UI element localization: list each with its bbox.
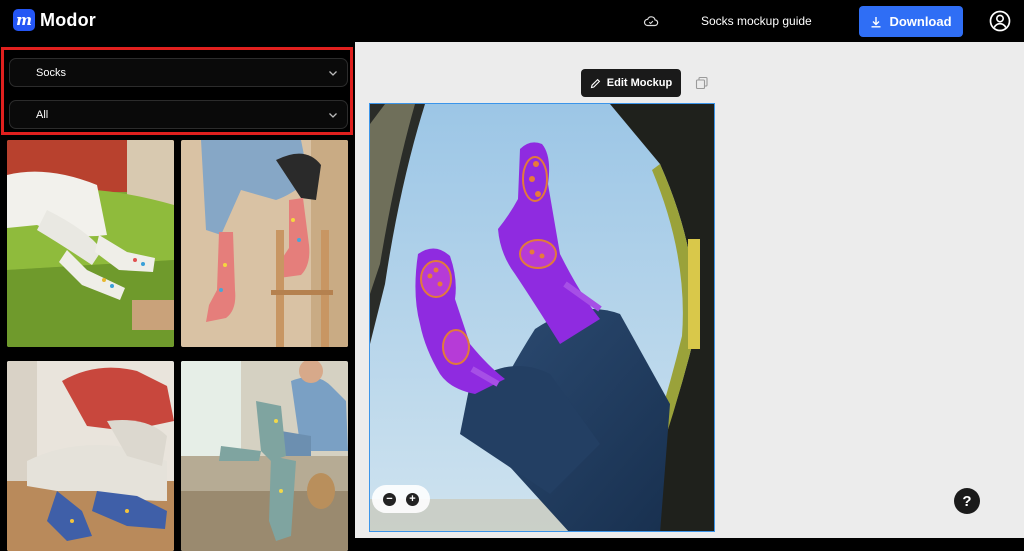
mockup-preview-image: [370, 104, 714, 531]
thumbnail-image: [181, 140, 348, 347]
category-value: Socks: [36, 66, 66, 79]
user-circle-icon[interactable]: [989, 10, 1011, 32]
thumbnail-image: [7, 140, 174, 347]
thumbnail-image: [7, 361, 174, 551]
mockup-thumbnail-3[interactable]: [7, 361, 174, 551]
mockup-canvas: Edit Mockup − + ?: [355, 42, 1024, 538]
chevron-down-icon: [329, 71, 337, 76]
copy-icon[interactable]: [695, 76, 709, 90]
app-logo[interactable]: m Modor: [13, 9, 96, 31]
logo-mark: m: [13, 9, 35, 31]
edit-mockup-label: Edit Mockup: [606, 77, 673, 89]
pencil-icon: [590, 78, 600, 88]
top-bar: m Modor Socks mockup guide Download: [0, 0, 1024, 42]
mockup-thumbnail-4[interactable]: [181, 361, 348, 551]
thumbnail-image: [181, 361, 348, 551]
subcategory-select[interactable]: All: [9, 100, 348, 129]
help-button[interactable]: ?: [954, 488, 980, 514]
download-button[interactable]: Download: [859, 6, 963, 37]
cloud-icon[interactable]: [643, 13, 659, 29]
category-select[interactable]: Socks: [9, 58, 348, 87]
mockup-thumbnail-1[interactable]: [7, 140, 174, 347]
mockup-guide-link[interactable]: Socks mockup guide: [701, 14, 812, 28]
mockup-sidebar: Socks All: [0, 42, 355, 551]
download-icon: [871, 16, 881, 27]
mockup-preview[interactable]: − +: [369, 103, 715, 532]
zoom-controls: − +: [372, 485, 430, 513]
zoom-out-button[interactable]: −: [383, 492, 396, 506]
zoom-in-button[interactable]: +: [406, 492, 419, 506]
download-label: Download: [889, 14, 952, 29]
chevron-down-icon: [329, 113, 337, 118]
subcategory-value: All: [36, 108, 49, 121]
filter-panel: Socks All: [1, 47, 353, 135]
edit-mockup-button[interactable]: Edit Mockup: [581, 69, 681, 97]
app-name: Modor: [40, 9, 96, 30]
mockup-thumbnail-2[interactable]: [181, 140, 348, 347]
